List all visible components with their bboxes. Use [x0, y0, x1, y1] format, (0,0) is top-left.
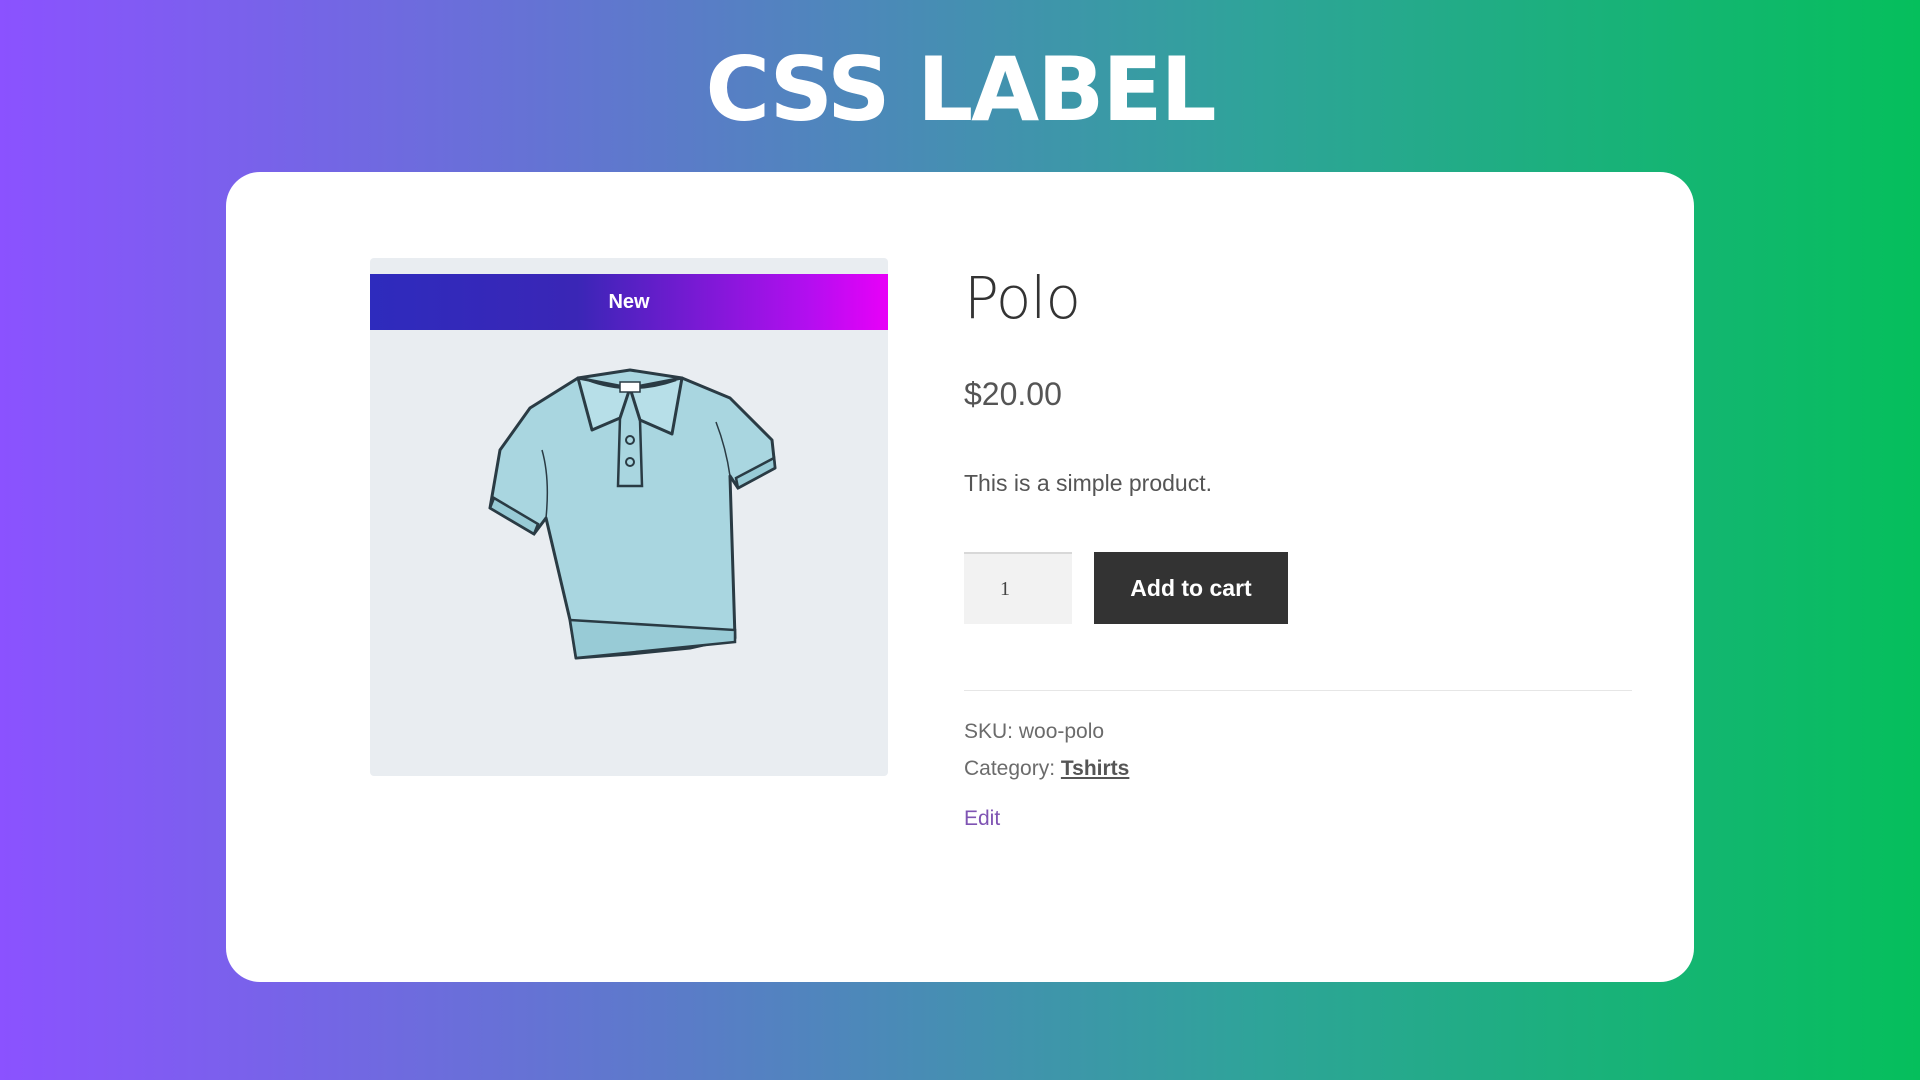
product-summary: Polo $20.00 This is a simple product. Ad… [964, 258, 1636, 831]
product-card: New Polo $20.00 This is a simple product… [226, 172, 1694, 982]
sku-value: woo-polo [1018, 720, 1105, 743]
edit-link[interactable]: Edit [964, 807, 1000, 831]
product-title: Polo [964, 264, 1081, 332]
product-image-gallery[interactable]: New [370, 258, 888, 776]
add-to-cart-button[interactable]: Add to cart [1094, 552, 1288, 624]
banner-title: CSS LABEL [705, 38, 1216, 141]
product-meta: SKU: woo-polo Category: Tshirts [964, 713, 1636, 787]
divider [964, 690, 1632, 691]
sku-row: SKU: woo-polo [964, 713, 1636, 750]
new-badge: New [370, 274, 888, 330]
product-price: $20.00 [964, 376, 1062, 412]
quantity-input[interactable] [964, 552, 1072, 624]
sku-label: SKU: [964, 720, 1014, 743]
category-label: Category: [964, 757, 1056, 780]
add-to-cart-form: Add to cart [964, 552, 1636, 624]
category-row: Category: Tshirts [964, 750, 1636, 787]
polo-shirt-image [488, 368, 777, 660]
product-description: This is a simple product. [964, 470, 1212, 496]
category-link-tshirts[interactable]: Tshirts [1061, 757, 1129, 780]
